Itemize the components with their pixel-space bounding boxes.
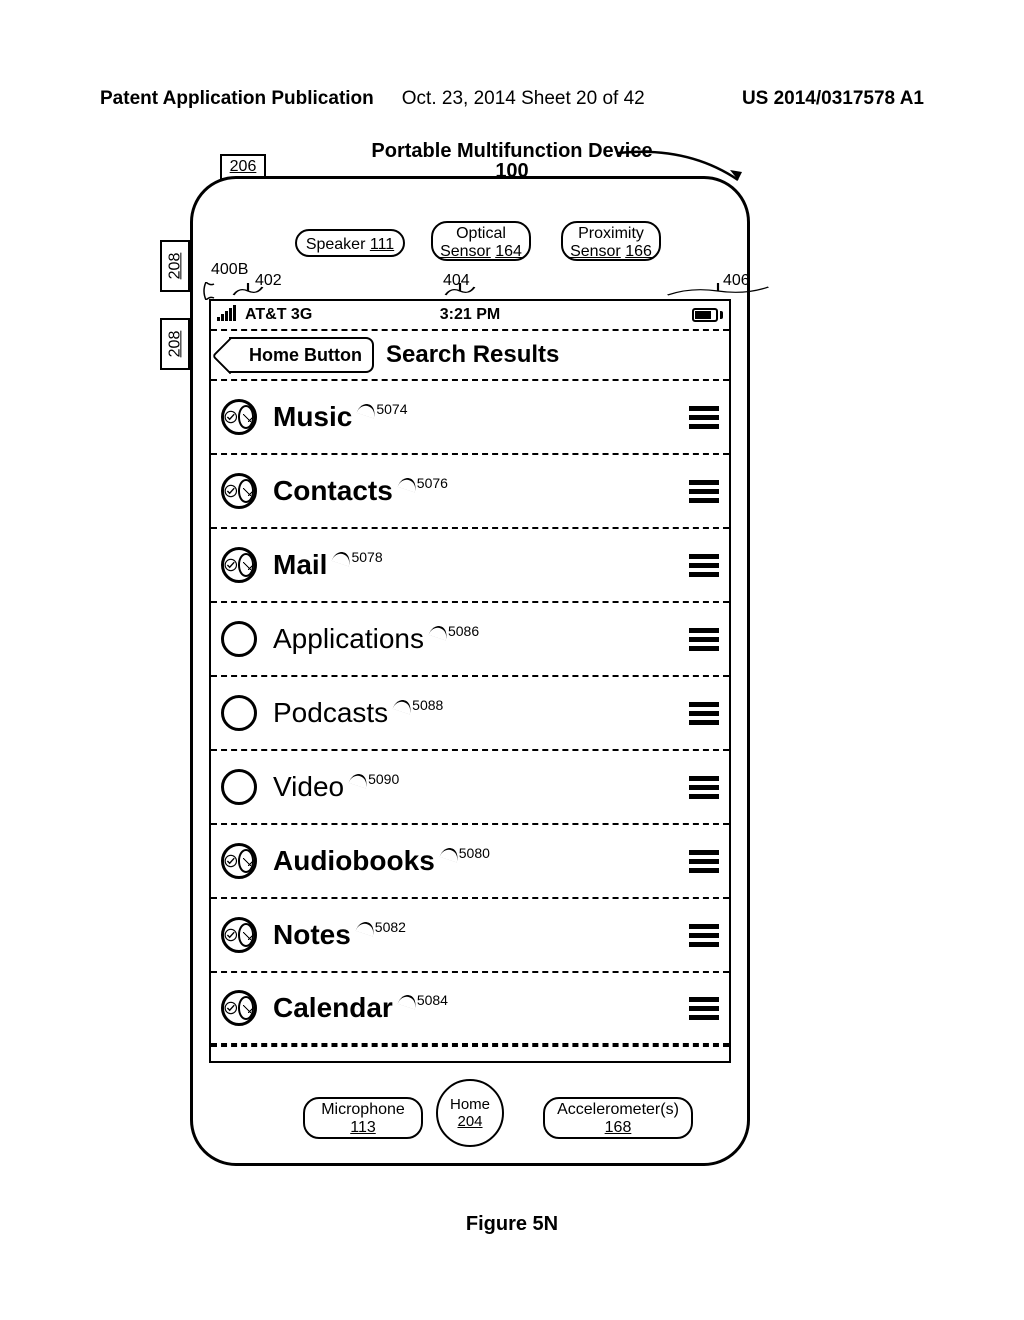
reorder-grip-icon[interactable]	[689, 776, 719, 799]
header-sheet: Oct. 23, 2014 Sheet 20 of 42	[402, 88, 645, 110]
proximity-sensor-label: Proximity Sensor 166	[561, 221, 661, 261]
screen: AT&T 3G 3:21 PM Home Button Search Resul…	[209, 299, 731, 1063]
page-title: Search Results	[386, 341, 559, 369]
status-time: 3:21 PM	[440, 306, 500, 324]
list-item-ref: 5084	[399, 992, 448, 1008]
list-item[interactable]: Notes 5082	[211, 897, 729, 971]
home-button[interactable]: Home 204	[436, 1079, 504, 1147]
reorder-grip-icon[interactable]	[689, 702, 719, 725]
list-item[interactable]: Podcasts 5088	[211, 675, 729, 749]
checkmark-circle-icon[interactable]	[221, 843, 257, 879]
brace-icon	[202, 282, 222, 300]
checkmark-circle-icon[interactable]	[221, 917, 257, 953]
optical-sensor-label: Optical Sensor 164	[431, 221, 531, 261]
list-item[interactable]: Mail 5078	[211, 527, 729, 601]
empty-circle-icon[interactable]	[221, 621, 257, 657]
list-item-ref: 5080	[441, 845, 490, 861]
list-item[interactable]: Contacts 5076	[211, 453, 729, 527]
nav-row: Home Button Search Results	[211, 331, 729, 379]
ref-400b: 400B	[211, 261, 248, 279]
empty-circle-icon[interactable]	[221, 695, 257, 731]
list-item-label: Podcasts	[273, 697, 388, 729]
battery-icon	[692, 308, 723, 322]
ref-208-upper: 208	[160, 240, 190, 292]
list-item-label: Music	[273, 401, 352, 433]
status-bar: AT&T 3G 3:21 PM	[211, 301, 729, 331]
list-item[interactable]: Audiobooks 5080	[211, 823, 729, 897]
header-publication: Patent Application Publication	[100, 88, 374, 110]
reorder-grip-icon[interactable]	[689, 850, 719, 873]
reorder-grip-icon[interactable]	[689, 997, 719, 1020]
reorder-grip-icon[interactable]	[689, 406, 719, 429]
list-item[interactable]: Video 5090	[211, 749, 729, 823]
list-item-ref: 5086	[430, 623, 479, 639]
signal-icon	[217, 305, 237, 326]
list-item-ref: 5088	[394, 697, 443, 713]
page-header: Patent Application Publication Oct. 23, …	[100, 88, 924, 110]
microphone-label: Microphone 113	[303, 1097, 423, 1139]
reorder-grip-icon[interactable]	[689, 480, 719, 503]
reorder-grip-icon[interactable]	[689, 924, 719, 947]
checkmark-circle-icon[interactable]	[221, 990, 257, 1026]
settings-list: Music 5074 Contacts 5076 Mail 5078 Application…	[211, 379, 729, 1045]
checkmark-circle-icon[interactable]	[221, 473, 257, 509]
blank-row	[211, 1045, 729, 1069]
checkmark-circle-icon[interactable]	[221, 547, 257, 583]
list-item-label: Video	[273, 771, 344, 803]
list-item-label: Calendar	[273, 992, 393, 1024]
list-item-label: Mail	[273, 549, 327, 581]
list-item-ref: 5082	[357, 919, 406, 935]
list-item[interactable]: Music 5074	[211, 379, 729, 453]
list-item-ref: 5078	[333, 549, 382, 565]
list-item-label: Applications	[273, 623, 424, 655]
list-item-ref: 5074	[358, 401, 407, 417]
brace-icon	[664, 283, 772, 297]
back-button[interactable]: Home Button	[229, 337, 374, 373]
checkmark-circle-icon[interactable]	[221, 399, 257, 435]
list-item-label: Audiobooks	[273, 845, 435, 877]
brace-icon	[230, 283, 266, 297]
device-outline: Speaker 111 Optical Sensor 164 Proximity…	[190, 176, 750, 1166]
status-carrier: AT&T 3G	[245, 306, 312, 324]
brace-icon	[442, 283, 478, 297]
reorder-grip-icon[interactable]	[689, 628, 719, 651]
ref-208-lower: 208	[160, 318, 190, 370]
figure-caption: Figure 5N	[100, 1213, 924, 1236]
accelerometer-label: Accelerometer(s) 168	[543, 1097, 693, 1139]
header-pubnum: US 2014/0317578 A1	[742, 88, 924, 110]
reorder-grip-icon[interactable]	[689, 554, 719, 577]
list-item[interactable]: Calendar 5084	[211, 971, 729, 1045]
list-item-label: Contacts	[273, 475, 393, 507]
speaker-label: Speaker 111	[295, 229, 405, 257]
empty-circle-icon[interactable]	[221, 769, 257, 805]
list-item[interactable]: Applications 5086	[211, 601, 729, 675]
list-item-ref: 5090	[350, 771, 399, 787]
list-item-ref: 5076	[399, 475, 448, 491]
list-item-label: Notes	[273, 919, 351, 951]
